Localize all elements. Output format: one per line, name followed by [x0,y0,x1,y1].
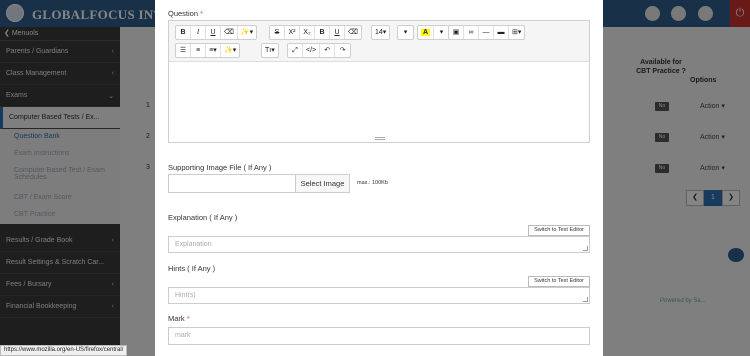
clear-format-icon[interactable]: ⌫ [345,26,361,39]
question-content-area[interactable] [169,62,589,142]
underline-button[interactable]: U [206,26,221,39]
resize-grip-icon[interactable] [583,246,588,251]
superscript-button[interactable]: X² [285,26,300,39]
redo-icon[interactable]: ↷ [335,44,350,57]
add-question-modal: Question * B I U ⌫ ✨▾ S X² X₂ B U ⌫ 14▾ [155,0,603,356]
question-rich-editor: B I U ⌫ ✨▾ S X² X₂ B U ⌫ 14▾ ▾ A ▾ ▣ ∞ —… [168,20,590,143]
table-icon[interactable]: ⊞▾ [509,26,524,39]
select-image-button[interactable]: Select Image [295,174,350,193]
font-style-group: S X² X₂ B U ⌫ [269,25,362,40]
insert-group: ▣ ∞ — ▬ ⊞▾ [448,25,526,40]
code-view-icon[interactable]: </> [303,44,321,57]
subscript-button[interactable]: X₂ [300,26,315,39]
font-color-group: A ▾ [417,25,451,40]
editor-toolbar: B I U ⌫ ✨▾ S X² X₂ B U ⌫ 14▾ ▾ A ▾ ▣ ∞ —… [169,21,589,62]
mark-placeholder: mark [175,332,191,339]
italic-button[interactable]: I [191,26,206,39]
editor-resize-handle[interactable] [375,137,385,140]
explanation-label: Explanation ( If Any ) [168,213,238,222]
mark-label: Mark * [168,314,190,323]
hints-label: Hints ( If Any ) [168,264,216,273]
browser-status-url: https://www.mozilla.org/en-US/firefox/ce… [0,345,128,356]
image-file-input[interactable] [168,174,296,193]
text-style-dropdown[interactable]: Tı▾ [261,43,279,58]
eraser-icon[interactable]: ⌫ [221,26,238,39]
image-icon[interactable]: ▣ [449,26,464,39]
ordered-list-icon[interactable]: ≡ [191,44,206,57]
font-size-dropdown[interactable]: 14▾ [371,25,391,40]
question-label: Question * [168,9,204,18]
link-icon[interactable]: ∞ [464,26,479,39]
bold-button-2[interactable]: B [315,26,330,39]
explanation-textarea[interactable]: Explanation [168,236,590,253]
video-icon[interactable]: ▬ [494,26,509,39]
undo-icon[interactable]: ↶ [320,44,336,57]
hints-switch-button[interactable]: Switch to Text Editor [528,276,590,287]
color-chevron-down-icon[interactable]: ▾ [434,26,449,39]
misc-group: ⤢ </> ↶ ↷ [287,43,352,58]
explanation-placeholder: Explanation [175,241,212,248]
font-family-dropdown[interactable]: ▾ [397,25,414,40]
required-marker: * [200,9,204,18]
required-marker: * [186,314,190,323]
format-group: B I U ⌫ ✨▾ [175,25,258,40]
resize-grip-icon[interactable] [583,297,588,302]
hints-placeholder: Hint(s) [175,292,196,299]
strikethrough-button[interactable]: S [270,26,285,39]
underline-button-2[interactable]: U [330,26,345,39]
bold-button[interactable]: B [176,26,191,39]
unordered-list-icon[interactable]: ☰ [176,44,191,57]
fullscreen-icon[interactable]: ⤢ [288,44,303,57]
mark-input[interactable]: mark [168,327,590,345]
list-group: ☰ ≡ ≡▾ ✨▾ [175,43,241,58]
magic-style-icon[interactable]: ✨▾ [238,26,256,39]
style-icon[interactable]: ✨▾ [221,44,239,57]
font-color-icon[interactable]: A [421,29,431,36]
align-icon[interactable]: ≡▾ [206,44,221,57]
explanation-switch-button[interactable]: Switch to Text Editor [528,225,590,236]
horizontal-rule-icon[interactable]: — [479,26,494,39]
image-file-label: Supporting Image File ( If Any ) [168,163,272,172]
max-size-note: max.: 100Kb [357,180,388,186]
hints-textarea[interactable]: Hint(s) [168,287,590,304]
